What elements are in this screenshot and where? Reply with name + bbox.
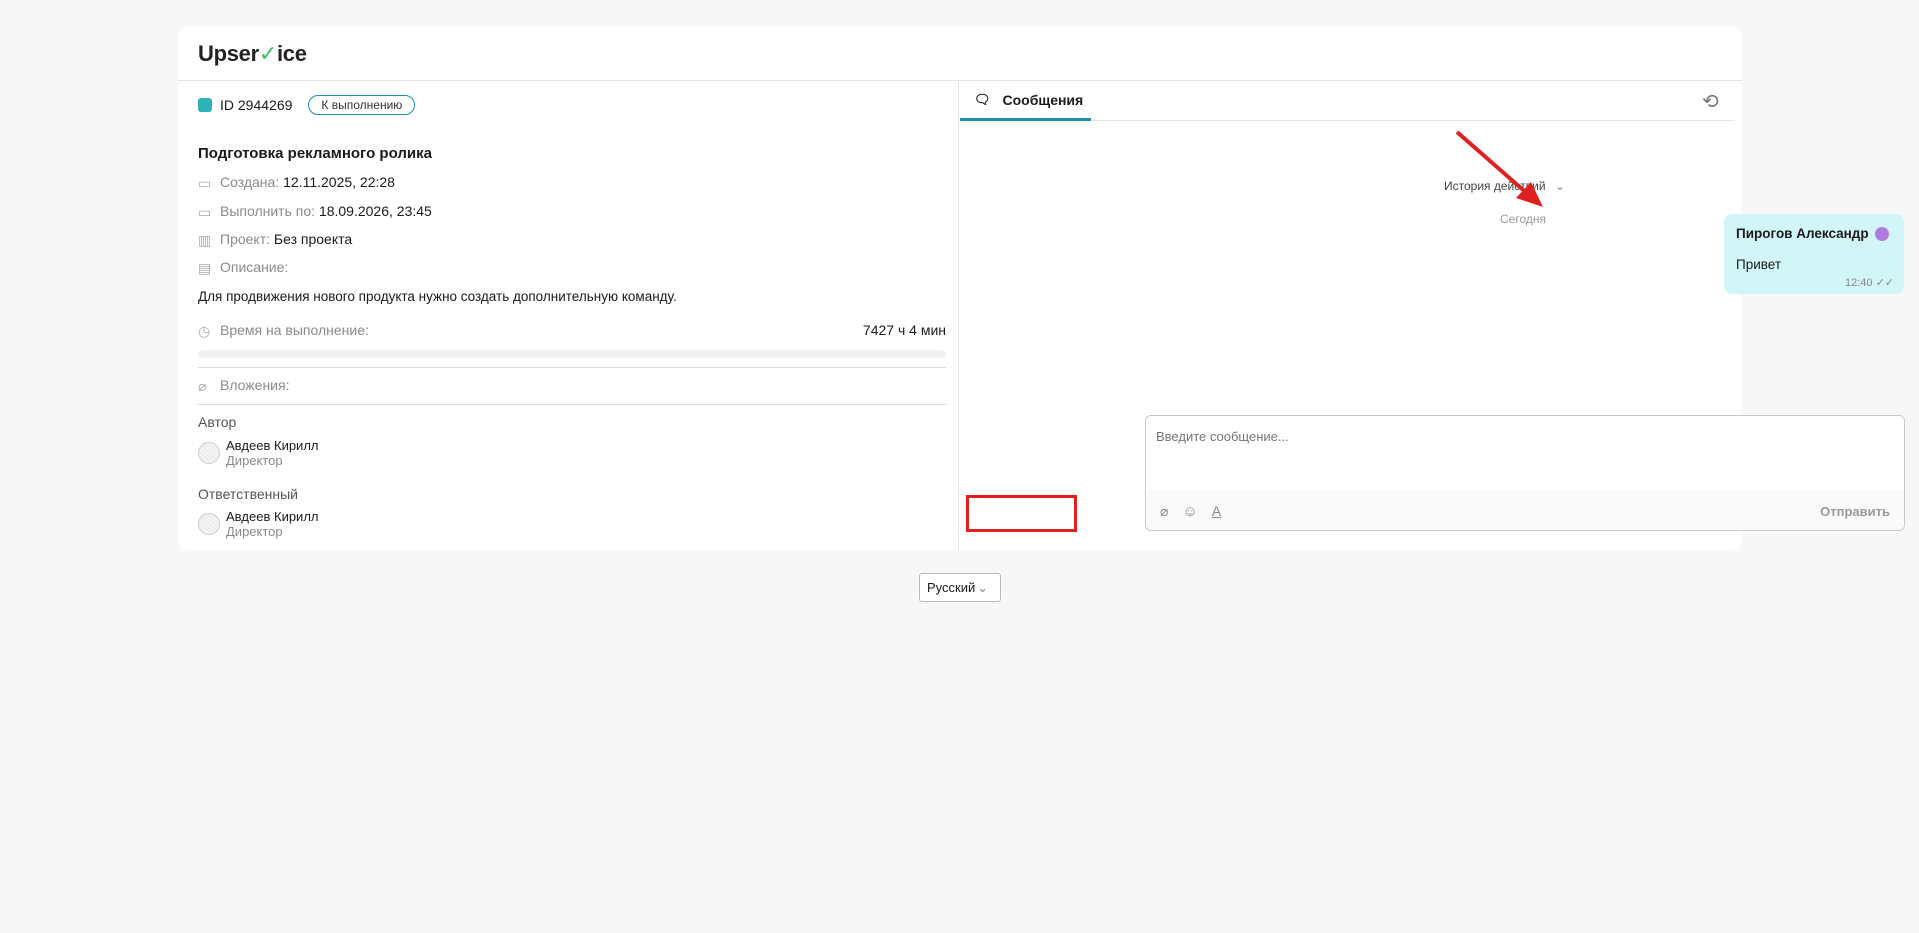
language-select[interactable]: Русский ⌄ (919, 573, 1001, 602)
annotation-arrow (1455, 130, 1543, 207)
chevron-down-icon: ⌄ (977, 579, 989, 595)
language-selected: Русский (927, 580, 976, 595)
